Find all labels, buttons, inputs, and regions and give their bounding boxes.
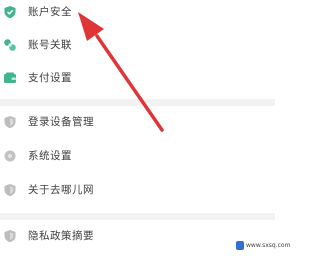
arrow-shaft [95,34,164,132]
watermark-logo [236,241,244,250]
arrow-head [78,12,104,41]
watermark-text: www.sxsq.com [246,242,291,249]
watermark: www.sxsq.com [236,239,290,253]
annotation-arrow [78,12,164,132]
